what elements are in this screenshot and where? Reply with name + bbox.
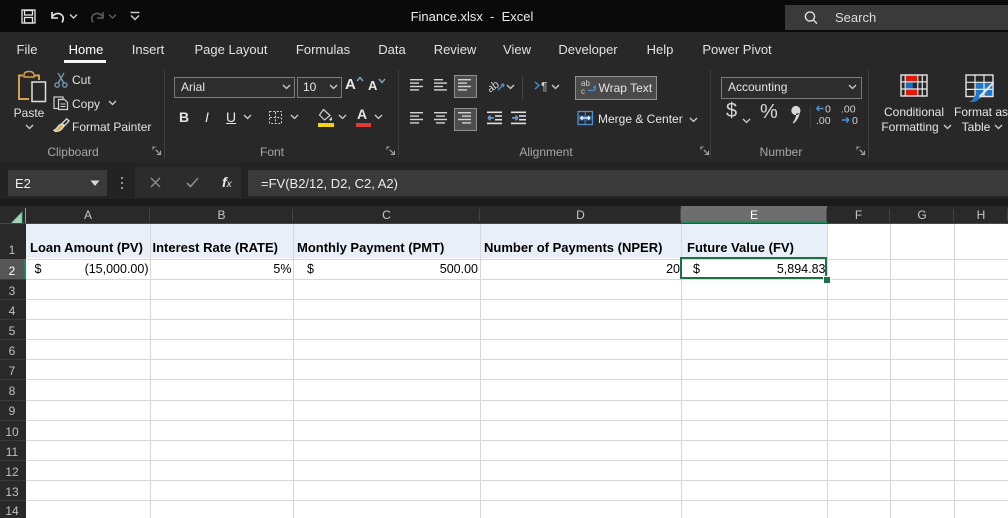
svg-text:0: 0 xyxy=(825,104,831,116)
svg-text:c: c xyxy=(581,87,585,94)
svg-text:.00: .00 xyxy=(816,115,831,126)
svg-text:0: 0 xyxy=(852,115,858,126)
svg-text:¶: ¶ xyxy=(541,80,547,93)
svg-text:.00: .00 xyxy=(841,104,856,116)
svg-text:ab: ab xyxy=(489,78,502,93)
